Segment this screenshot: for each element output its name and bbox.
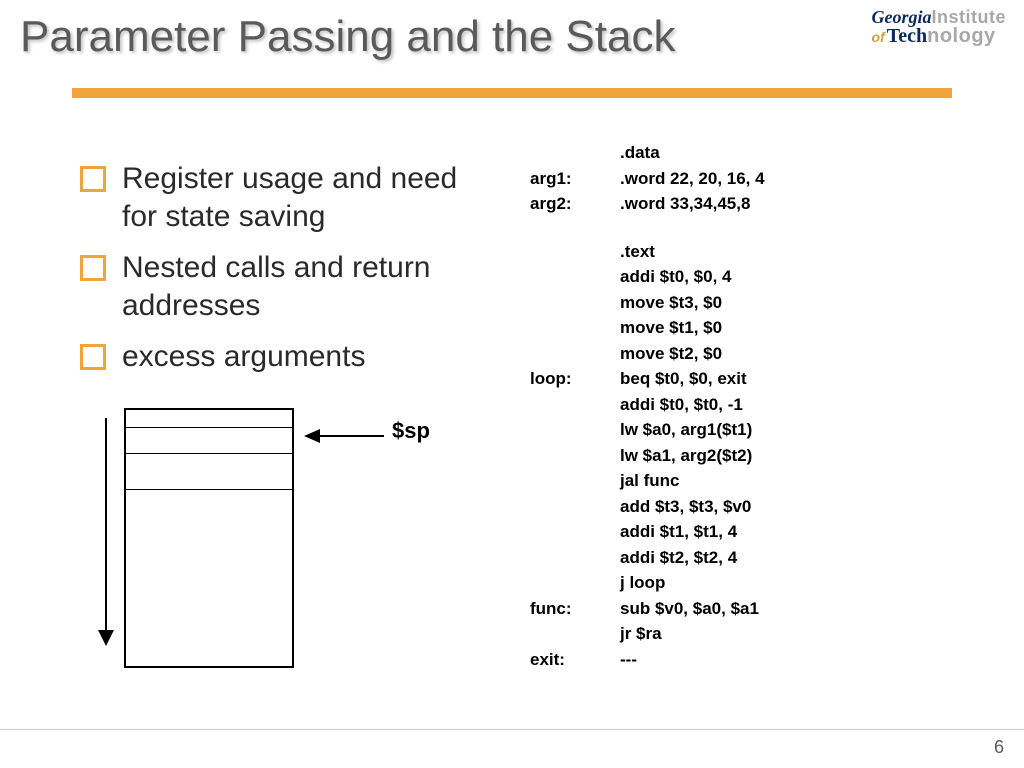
code-label bbox=[530, 264, 620, 290]
code-instruction: move $t3, $0 bbox=[620, 290, 1000, 316]
code-label bbox=[530, 290, 620, 316]
code-line: jal func bbox=[530, 468, 1000, 494]
sp-label: $sp bbox=[392, 418, 430, 444]
page-number: 6 bbox=[994, 737, 1004, 758]
bullet-item: Nested calls and return addresses bbox=[80, 249, 500, 324]
code-instruction: jr $ra bbox=[620, 621, 1000, 647]
code-instruction: .word 33,34,45,8 bbox=[620, 191, 1000, 217]
code-line: func:sub $v0, $a0, $a1 bbox=[530, 596, 1000, 622]
code-line: loop:beq $t0, $0, exit bbox=[530, 366, 1000, 392]
code-line: add $t3, $t3, $v0 bbox=[530, 494, 1000, 520]
code-line: .data bbox=[530, 140, 1000, 166]
bullet-item: Register usage and need for state saving bbox=[80, 160, 500, 235]
code-instruction: move $t1, $0 bbox=[620, 315, 1000, 341]
logo-georgia: Georgia bbox=[872, 7, 932, 27]
code-line: arg2:.word 33,34,45,8 bbox=[530, 191, 1000, 217]
code-label: arg2: bbox=[530, 191, 620, 217]
code-instruction: addi $t0, $t0, -1 bbox=[620, 392, 1000, 418]
code-line: .text bbox=[530, 239, 1000, 265]
stack-diagram: $sp bbox=[94, 408, 414, 678]
code-line: move $t1, $0 bbox=[530, 315, 1000, 341]
assembly-code: .dataarg1:.word 22, 20, 16, 4arg2:.word … bbox=[530, 140, 1000, 672]
stack-row bbox=[126, 410, 292, 428]
gatech-logo: GeorgiaInstitute ofTechnology bbox=[872, 8, 1007, 46]
bullet-item: excess arguments bbox=[80, 338, 500, 376]
code-line: addi $t0, $t0, -1 bbox=[530, 392, 1000, 418]
code-instruction: move $t2, $0 bbox=[620, 341, 1000, 367]
code-instruction: .text bbox=[620, 239, 1000, 265]
code-label bbox=[530, 468, 620, 494]
code-instruction: .word 22, 20, 16, 4 bbox=[620, 166, 1000, 192]
code-label bbox=[530, 621, 620, 647]
code-line: j loop bbox=[530, 570, 1000, 596]
code-label: exit: bbox=[530, 647, 620, 673]
slide: Parameter Passing and the Stack GeorgiaI… bbox=[0, 0, 1024, 768]
code-line: move $t3, $0 bbox=[530, 290, 1000, 316]
downward-arrow-icon bbox=[94, 418, 118, 648]
sp-pointer-arrow-icon bbox=[304, 426, 384, 446]
code-label bbox=[530, 570, 620, 596]
code-instruction: add $t3, $t3, $v0 bbox=[620, 494, 1000, 520]
code-line: lw $a1, arg2($t2) bbox=[530, 443, 1000, 469]
code-instruction: lw $a0, arg1($t1) bbox=[620, 417, 1000, 443]
code-line: move $t2, $0 bbox=[530, 341, 1000, 367]
code-instruction: .data bbox=[620, 140, 1000, 166]
code-label bbox=[530, 315, 620, 341]
code-label bbox=[530, 519, 620, 545]
code-blank-line bbox=[530, 217, 1000, 239]
code-instruction: sub $v0, $a0, $a1 bbox=[620, 596, 1000, 622]
code-label: arg1: bbox=[530, 166, 620, 192]
code-label bbox=[530, 140, 620, 166]
code-line: jr $ra bbox=[530, 621, 1000, 647]
code-instruction: j loop bbox=[620, 570, 1000, 596]
code-instruction: lw $a1, arg2($t2) bbox=[620, 443, 1000, 469]
bullet-list: Register usage and need for state saving… bbox=[80, 160, 500, 390]
code-line: lw $a0, arg1($t1) bbox=[530, 417, 1000, 443]
slide-title: Parameter Passing and the Stack bbox=[20, 12, 675, 62]
code-label bbox=[530, 417, 620, 443]
stack-box bbox=[124, 408, 294, 668]
code-line: addi $t0, $0, 4 bbox=[530, 264, 1000, 290]
title-underline bbox=[72, 88, 952, 98]
stack-row bbox=[126, 454, 292, 490]
code-label bbox=[530, 545, 620, 571]
code-label bbox=[530, 392, 620, 418]
code-instruction: addi $t0, $0, 4 bbox=[620, 264, 1000, 290]
code-instruction: --- bbox=[620, 647, 1000, 673]
code-label: func: bbox=[530, 596, 620, 622]
logo-of: of bbox=[872, 29, 885, 45]
code-label: loop: bbox=[530, 366, 620, 392]
code-instruction: addi $t2, $t2, 4 bbox=[620, 545, 1000, 571]
logo-institute: Institute bbox=[932, 7, 1007, 27]
code-line: arg1:.word 22, 20, 16, 4 bbox=[530, 166, 1000, 192]
code-label bbox=[530, 239, 620, 265]
code-label bbox=[530, 494, 620, 520]
code-label bbox=[530, 443, 620, 469]
logo-tech: Tech bbox=[887, 25, 927, 47]
code-instruction: addi $t1, $t1, 4 bbox=[620, 519, 1000, 545]
code-label bbox=[530, 341, 620, 367]
code-line: exit:--- bbox=[530, 647, 1000, 673]
code-line: addi $t1, $t1, 4 bbox=[530, 519, 1000, 545]
stack-row bbox=[126, 428, 292, 454]
code-line: addi $t2, $t2, 4 bbox=[530, 545, 1000, 571]
footer-divider bbox=[0, 729, 1024, 730]
code-instruction: beq $t0, $0, exit bbox=[620, 366, 1000, 392]
code-instruction: jal func bbox=[620, 468, 1000, 494]
logo-nology: nology bbox=[927, 25, 996, 47]
